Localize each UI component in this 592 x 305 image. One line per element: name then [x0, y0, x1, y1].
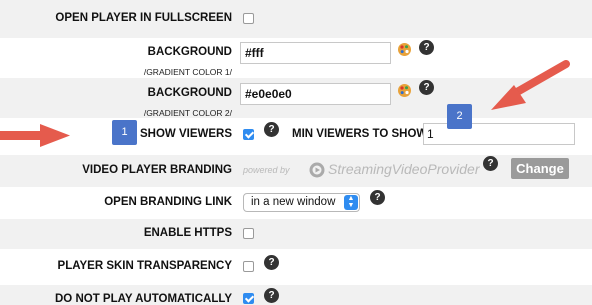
fullscreen-label: OPEN PLAYER IN FULLSCREEN — [55, 12, 232, 24]
help-icon[interactable]: ? — [419, 80, 434, 95]
help-icon[interactable]: ? — [264, 255, 279, 270]
https-label: ENABLE HTTPS — [143, 227, 232, 239]
help-icon[interactable]: ? — [264, 122, 279, 137]
annotation-badge-1: 1 — [112, 120, 137, 145]
help-icon[interactable]: ? — [419, 40, 434, 55]
powered-by-text: powered by — [243, 165, 290, 175]
background1-input[interactable]: #fff — [240, 42, 391, 64]
color-picker-icon[interactable] — [397, 83, 412, 98]
min-viewers-label: MIN VIEWERS TO SHOW — [292, 128, 428, 140]
help-icon[interactable]: ? — [483, 156, 498, 171]
color-picker-icon[interactable] — [397, 42, 412, 57]
annotation-badge-2: 2 — [447, 104, 472, 129]
autoplay-label: DO NOT PLAY AUTOMATICALLY — [55, 293, 232, 305]
branding-link-selected: in a new window — [251, 196, 336, 208]
show-viewers-checkbox[interactable] — [243, 129, 254, 140]
row-https — [0, 219, 592, 249]
skin-transparency-checkbox[interactable] — [243, 261, 254, 272]
min-viewers-input[interactable]: 1 — [423, 123, 575, 145]
autoplay-checkbox[interactable] — [243, 293, 254, 304]
background2-label: BACKGROUND — [147, 87, 232, 99]
change-branding-button[interactable]: Change — [511, 158, 569, 179]
background2-input[interactable]: #e0e0e0 — [240, 83, 391, 105]
skin-transparency-label: PLAYER SKIN TRANSPARENCY — [57, 260, 232, 272]
background2-sublabel: /GRADIENT COLOR 2/ — [143, 108, 232, 118]
https-checkbox[interactable] — [243, 228, 254, 239]
brand-name-text: StreamingVideoProvider — [328, 161, 480, 177]
help-icon[interactable]: ? — [370, 190, 385, 205]
background1-sublabel: /GRADIENT COLOR 1/ — [143, 67, 232, 77]
streamingvideoprovider-logo-icon — [309, 162, 325, 178]
chevron-updown-icon: ▲ ▼ — [344, 195, 358, 210]
background1-label: BACKGROUND — [147, 46, 232, 58]
branding-link-select[interactable]: in a new window ▲ ▼ — [243, 193, 360, 212]
show-viewers-label: SHOW VIEWERS — [139, 128, 232, 140]
fullscreen-checkbox[interactable] — [243, 13, 254, 24]
branding-label: VIDEO PLAYER BRANDING — [82, 164, 232, 176]
branding-link-label: OPEN BRANDING LINK — [104, 196, 232, 208]
help-icon[interactable]: ? — [264, 288, 279, 303]
